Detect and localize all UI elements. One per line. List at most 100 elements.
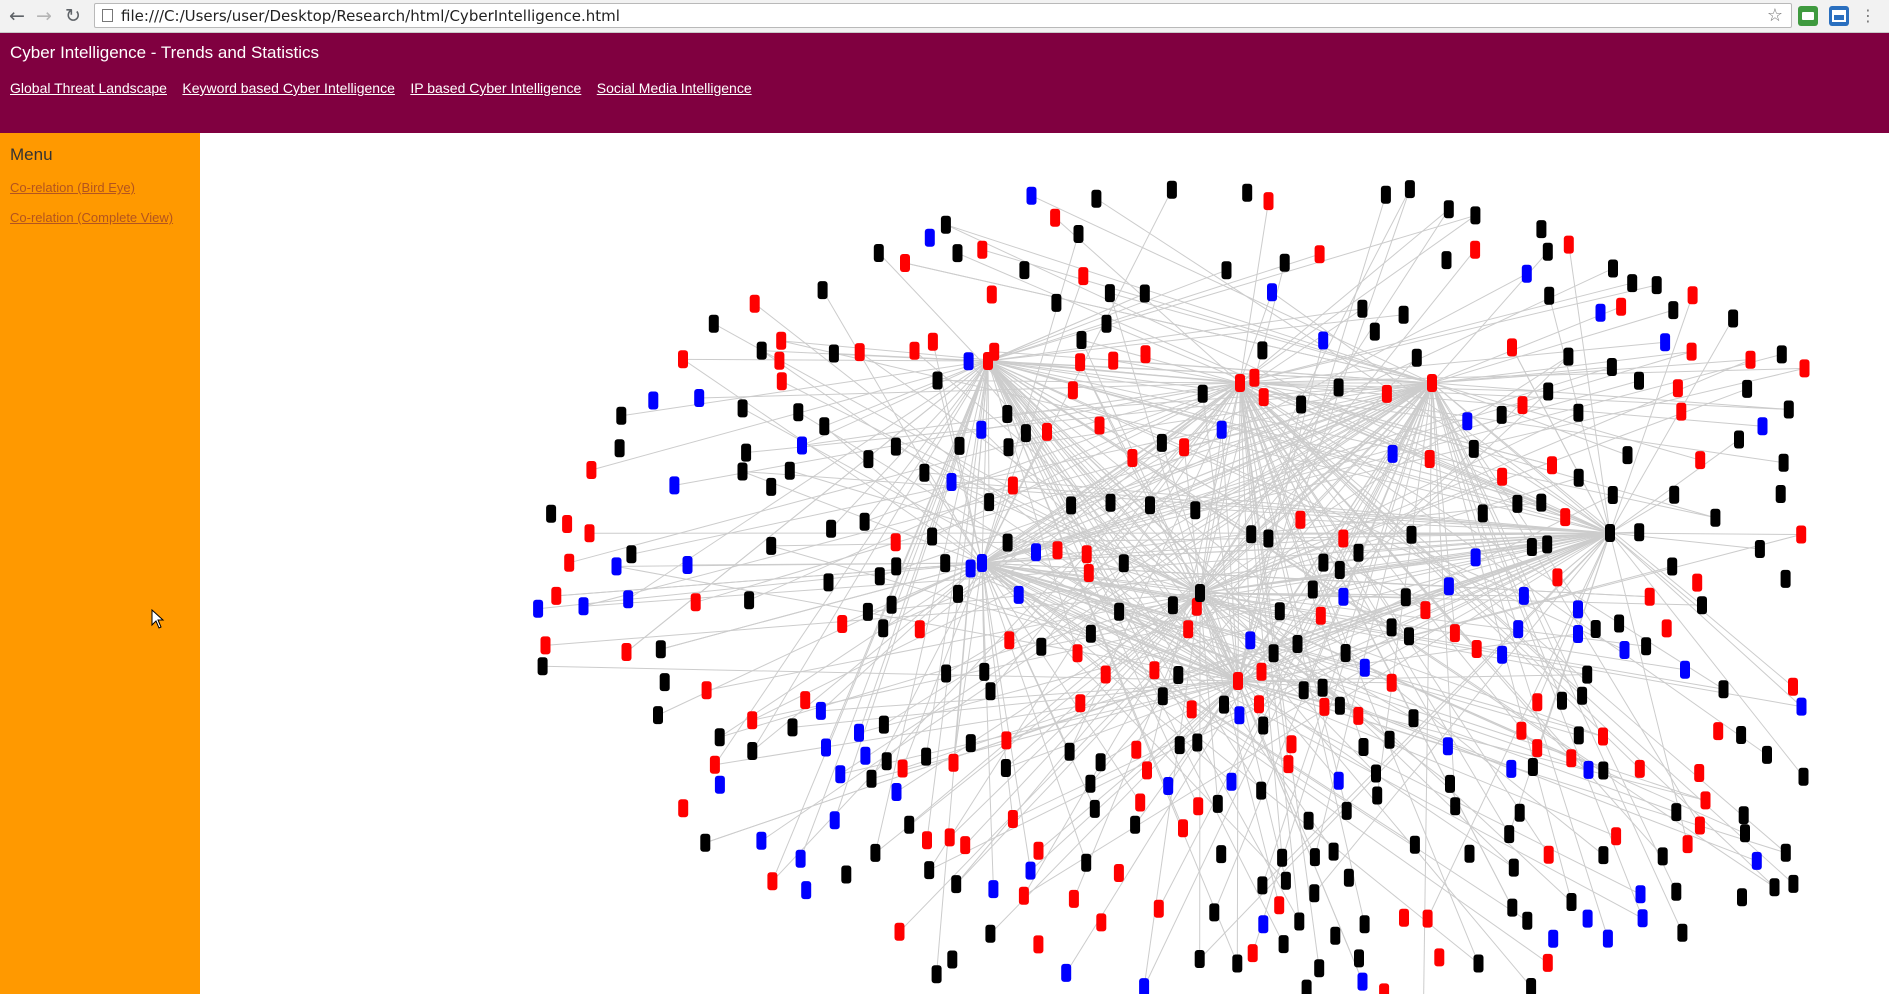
graph-node[interactable] — [1513, 620, 1524, 639]
graph-node[interactable] — [1212, 794, 1223, 813]
graph-node[interactable] — [787, 718, 798, 737]
graph-node[interactable] — [1598, 846, 1609, 865]
graph-node[interactable] — [1563, 235, 1574, 254]
graph-node[interactable] — [859, 512, 870, 531]
graph-node[interactable] — [653, 706, 663, 725]
graph-node[interactable] — [1113, 864, 1124, 882]
graph-node[interactable] — [678, 350, 688, 369]
graph-node[interactable] — [1183, 620, 1194, 639]
graph-node[interactable] — [800, 691, 811, 710]
nav-social-media-intelligence[interactable]: Social Media Intelligence — [597, 80, 752, 96]
graph-node[interactable] — [1384, 730, 1395, 749]
graph-node[interactable] — [1443, 200, 1454, 219]
graph-node[interactable] — [741, 443, 752, 462]
graph-node[interactable] — [890, 533, 901, 552]
graph-node[interactable] — [1796, 697, 1807, 716]
graph-node[interactable] — [1296, 395, 1307, 414]
graph-node[interactable] — [1036, 637, 1047, 656]
graph-node[interactable] — [1742, 379, 1753, 398]
graph-node[interactable] — [1667, 557, 1678, 576]
graph-node[interactable] — [1186, 700, 1197, 719]
graph-node[interactable] — [1173, 666, 1184, 684]
graph-node[interactable] — [682, 556, 693, 574]
graph-node[interactable] — [1075, 694, 1086, 713]
graph-node[interactable] — [1542, 953, 1553, 972]
graph-node[interactable] — [940, 215, 951, 234]
graph-node[interactable] — [932, 371, 943, 390]
graph-node[interactable] — [749, 294, 760, 313]
graph-node[interactable] — [1573, 468, 1584, 487]
graph-node[interactable] — [1066, 496, 1077, 515]
graph-node[interactable] — [1256, 781, 1267, 800]
graph-node[interactable] — [1745, 350, 1756, 369]
graph-node[interactable] — [1532, 693, 1543, 712]
graph-node[interactable] — [1422, 909, 1433, 928]
graph-node[interactable] — [1085, 624, 1096, 643]
graph-node[interactable] — [1145, 496, 1155, 515]
graph-node[interactable] — [1504, 825, 1515, 844]
graph-node[interactable] — [1411, 348, 1422, 367]
graph-node[interactable] — [1249, 368, 1260, 387]
graph-node[interactable] — [1341, 801, 1352, 820]
graph-node[interactable] — [819, 417, 830, 436]
graph-node[interactable] — [1542, 535, 1553, 554]
graph-node[interactable] — [1025, 861, 1036, 880]
graph-node[interactable] — [551, 586, 562, 605]
graph-node[interactable] — [756, 831, 767, 850]
graph-node[interactable] — [919, 463, 930, 482]
graph-node[interactable] — [1769, 878, 1780, 897]
graph-node[interactable] — [1026, 186, 1037, 205]
graph-node[interactable] — [1075, 353, 1086, 372]
back-arrow-icon[interactable]: ← — [6, 5, 28, 27]
graph-node[interactable] — [941, 664, 952, 683]
graph-node[interactable] — [1796, 525, 1807, 544]
nav-global-threat-landscape[interactable]: Global Threat Landscape — [10, 80, 167, 96]
graph-node[interactable] — [1614, 614, 1625, 633]
graph-node[interactable] — [1583, 760, 1594, 779]
menu-more-icon[interactable]: ⋮ — [1860, 6, 1876, 25]
graph-node[interactable] — [1608, 259, 1618, 278]
graph-node[interactable] — [1094, 416, 1105, 435]
graph-node[interactable] — [1153, 899, 1164, 918]
graph-node[interactable] — [894, 922, 905, 941]
graph-node[interactable] — [931, 965, 942, 984]
graph-node[interactable] — [1235, 374, 1245, 392]
graph-node[interactable] — [1686, 342, 1697, 361]
graph-node[interactable] — [891, 783, 902, 801]
graph-node[interactable] — [1590, 620, 1601, 638]
graph-node[interactable] — [977, 554, 987, 572]
graph-node[interactable] — [1295, 510, 1306, 529]
graph-node[interactable] — [1386, 618, 1397, 637]
graph-node[interactable] — [1470, 240, 1481, 259]
graph-node[interactable] — [1751, 851, 1762, 870]
graph-node[interactable] — [1536, 493, 1547, 512]
graph-node[interactable] — [1314, 245, 1325, 264]
graph-node[interactable] — [927, 332, 938, 351]
graph-node[interactable] — [1637, 909, 1648, 928]
graph-node[interactable] — [1441, 251, 1452, 270]
graph-node[interactable] — [1598, 727, 1608, 746]
graph-node[interactable] — [709, 755, 720, 774]
graph-node[interactable] — [793, 403, 804, 422]
graph-node[interactable] — [1301, 979, 1312, 994]
graph-node[interactable] — [1449, 624, 1460, 643]
graph-node[interactable] — [1557, 691, 1567, 710]
graph-node[interactable] — [1762, 745, 1772, 764]
graph-canvas[interactable] — [200, 133, 1889, 994]
graph-node[interactable] — [1611, 827, 1622, 846]
graph-node[interactable] — [1333, 378, 1344, 397]
graph-node[interactable] — [881, 752, 892, 771]
graph-node[interactable] — [1386, 673, 1397, 692]
graph-node[interactable] — [1573, 600, 1583, 619]
graph-node[interactable] — [986, 285, 997, 304]
graph-node[interactable] — [708, 314, 719, 333]
window-extension-icon[interactable] — [1829, 6, 1849, 26]
graph-node[interactable] — [540, 636, 551, 655]
graph-node[interactable] — [829, 811, 840, 830]
graph-node[interactable] — [1256, 662, 1267, 681]
graph-node[interactable] — [1140, 345, 1151, 364]
graph-node[interactable] — [954, 436, 965, 455]
graph-node[interactable] — [1294, 912, 1305, 931]
graph-node[interactable] — [1317, 678, 1328, 697]
graph-node[interactable] — [1602, 929, 1613, 948]
